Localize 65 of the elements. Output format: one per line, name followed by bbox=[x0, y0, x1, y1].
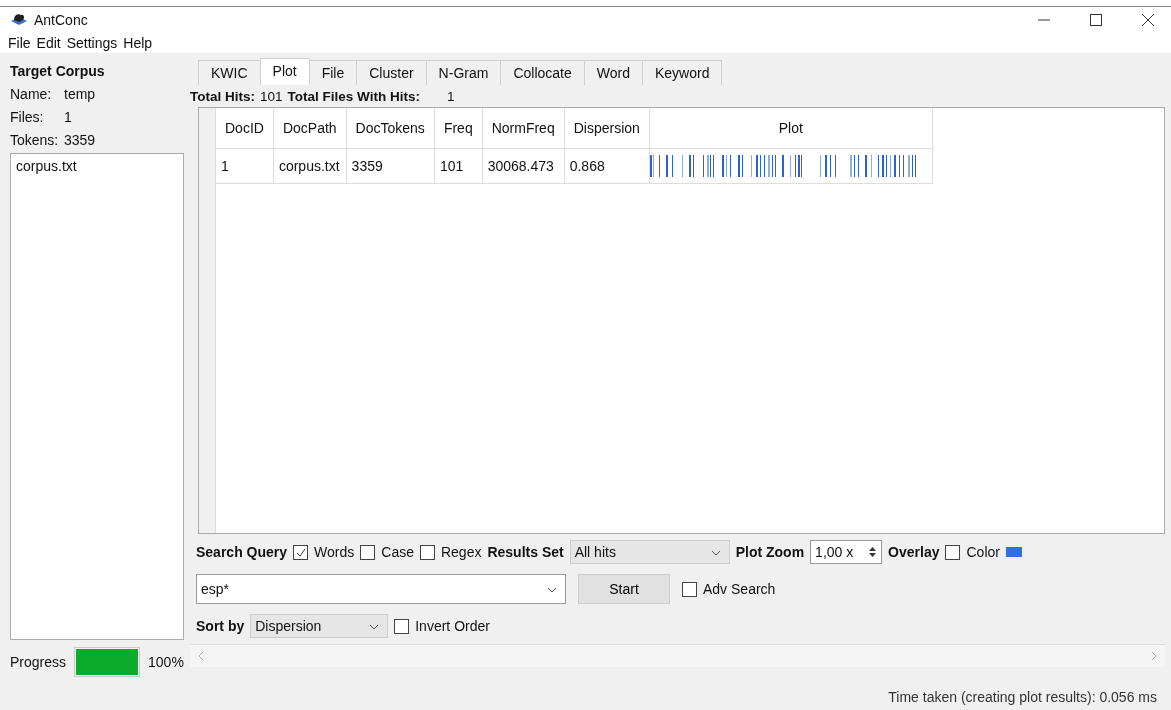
table-cell: 30068.473 bbox=[482, 148, 565, 184]
plot-zoom-label: Plot Zoom bbox=[735, 544, 805, 560]
menu-item[interactable]: Help bbox=[123, 35, 153, 51]
column-header[interactable]: DocPath bbox=[273, 108, 347, 149]
checkbox[interactable] bbox=[394, 618, 410, 634]
tab[interactable]: Keyword bbox=[641, 60, 723, 85]
files-with-hits-label: Total Files With Hits: bbox=[287, 88, 420, 104]
tokens-label: Tokens: bbox=[10, 131, 60, 148]
files-label: Files: bbox=[10, 108, 45, 125]
tab[interactable]: KWIC bbox=[198, 60, 261, 85]
checkbox[interactable] bbox=[419, 544, 435, 560]
table-cell: 101 bbox=[434, 148, 483, 184]
checkbox[interactable] bbox=[360, 544, 376, 560]
table-cell: 1 bbox=[216, 148, 274, 184]
overlay-label: Overlay bbox=[888, 544, 940, 560]
sort-by-label: Sort by bbox=[196, 618, 245, 634]
name-label: Name: bbox=[10, 85, 53, 102]
table-cell: 0.868 bbox=[564, 148, 650, 184]
color-swatch[interactable] bbox=[1005, 547, 1022, 557]
files-value: 1 bbox=[64, 108, 72, 125]
caret-icon[interactable] bbox=[547, 587, 557, 593]
checkbox-label[interactable]: Adv Search bbox=[703, 581, 776, 597]
table-cell: corpus.txt bbox=[273, 148, 347, 184]
column-header[interactable]: NormFreq bbox=[482, 108, 565, 149]
checkbox-label[interactable]: Regex bbox=[440, 544, 482, 560]
checkbox-label[interactable]: Invert Order bbox=[415, 618, 490, 634]
hits-value: 101 bbox=[260, 88, 283, 104]
caret-icon bbox=[710, 550, 721, 556]
checkbox-label[interactable]: Color bbox=[966, 544, 1000, 560]
name-value: temp bbox=[64, 85, 96, 102]
column-header[interactable]: Dispersion bbox=[564, 108, 650, 149]
column-header[interactable]: Freq bbox=[434, 108, 483, 149]
app-logo-icon bbox=[10, 12, 28, 28]
status-text: Time taken (creating plot results): 0.056 ms bbox=[888, 689, 1157, 705]
search-query-label: Search Query bbox=[196, 544, 288, 560]
column-header[interactable]: DocID bbox=[216, 108, 274, 149]
caret-icon bbox=[369, 624, 380, 630]
sort-by-dropdown[interactable]: Dispersion bbox=[250, 614, 389, 638]
search-query-field[interactable]: esp* bbox=[196, 574, 566, 604]
file-list-item[interactable]: corpus.txt bbox=[16, 158, 178, 174]
menu-item[interactable]: Settings bbox=[66, 35, 118, 51]
results-set-label: Results Set bbox=[487, 544, 564, 560]
tab[interactable]: Plot bbox=[259, 58, 310, 85]
menu-item[interactable]: File bbox=[8, 35, 31, 51]
plot-zoom-spinbox[interactable]: 1,00 x bbox=[810, 540, 883, 564]
checkbox-label[interactable]: Case bbox=[381, 544, 414, 560]
checkbox-label[interactable]: Words bbox=[314, 544, 355, 560]
progress-label: Progress bbox=[10, 654, 67, 670]
checkbox[interactable] bbox=[293, 544, 309, 560]
menu-item[interactable]: Edit bbox=[36, 35, 61, 51]
checkbox[interactable] bbox=[945, 544, 961, 560]
table-cell: 3359 bbox=[346, 148, 435, 184]
spin-arrows-icon[interactable] bbox=[868, 545, 878, 559]
files-with-hits-value: 1 bbox=[446, 88, 455, 104]
checkbox[interactable] bbox=[682, 581, 697, 597]
window-title: AntConc bbox=[34, 12, 88, 28]
corpus-heading: Target Corpus bbox=[10, 61, 106, 81]
start-button[interactable]: Start bbox=[578, 574, 670, 604]
hits-label: Total Hits: bbox=[190, 88, 255, 104]
tokens-value: 3359 bbox=[64, 131, 96, 148]
checkmark-icon bbox=[295, 546, 307, 558]
column-header[interactable]: DocTokens bbox=[346, 108, 435, 149]
results-set-dropdown[interactable]: All hits bbox=[569, 540, 730, 564]
progress-reading: 100% bbox=[148, 654, 184, 670]
column-header[interactable]: Plot bbox=[649, 108, 933, 149]
